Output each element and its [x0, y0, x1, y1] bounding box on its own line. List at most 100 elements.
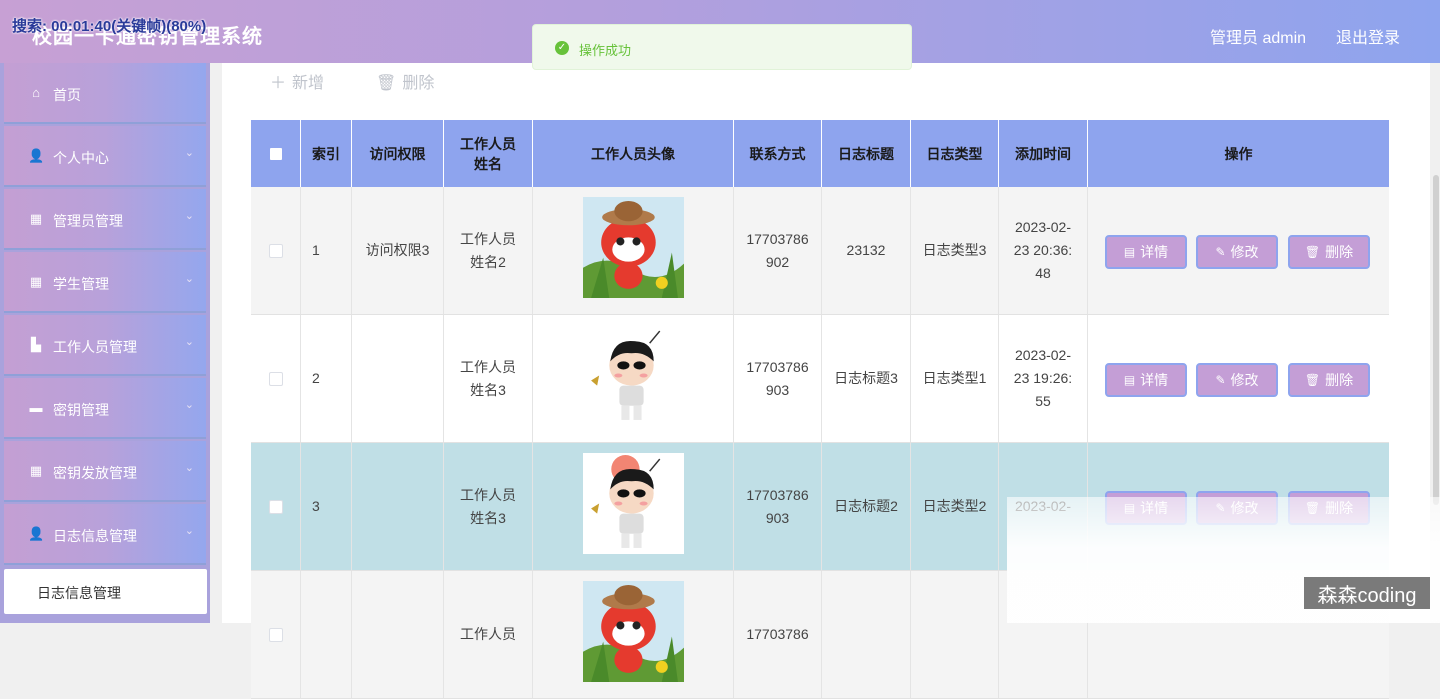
- cell-name: 工作人员: [444, 571, 533, 698]
- toast-text: 操作成功: [579, 43, 632, 58]
- delete-button-label: 删除: [402, 75, 435, 92]
- thumb-icon: ▙: [31, 337, 41, 352]
- row-checkbox[interactable]: [268, 499, 283, 514]
- cell-phone: 17703786 902: [734, 187, 822, 314]
- cell-cb: [251, 187, 301, 314]
- search-overlay-text: 搜索: 00:01:40(关键帧)(80%): [12, 18, 207, 35]
- detail-button[interactable]: ▤ 详情: [1105, 363, 1187, 397]
- document-icon: ▤: [1123, 244, 1136, 259]
- document-icon: ▤: [1123, 372, 1136, 387]
- phone-line: 17703786: [746, 626, 809, 642]
- check-circle-icon: ✓: [555, 41, 569, 55]
- phone-line: 902: [765, 253, 790, 270]
- time-line: 23 19:26:: [1013, 370, 1073, 386]
- cartoon-boy-avatar-image: [582, 453, 684, 554]
- submenu-item-label: 日志信息管理: [37, 585, 121, 601]
- trash-icon: 🗑: [1304, 372, 1321, 387]
- col-staff-name-line2: 姓名: [474, 155, 502, 172]
- sidebar-item-label: 工作人员管理: [53, 339, 137, 355]
- name-line: 姓名3: [470, 381, 506, 398]
- sidebar-item-label: 个人中心: [53, 150, 109, 166]
- detail-button[interactable]: ▤ 详情: [1105, 235, 1187, 269]
- table-row[interactable]: 2 工作人员 姓名3 17703786 903 日志标题3 日志类型1 2023-02- 23 …: [251, 315, 1389, 443]
- cell-permission: 访问权限3: [352, 187, 444, 314]
- cartoon-boy-avatar: [533, 315, 734, 442]
- camera-icon: ▬: [29, 400, 43, 415]
- table-row[interactable]: 1 访问权限3 工作人员 姓名2 17703786 902 23132 日志类型3 2023-0…: [251, 187, 1389, 315]
- cell-permission: [352, 443, 444, 570]
- sidebar-item-4[interactable]: ▙ 工作人员管理 ⌄: [4, 315, 206, 376]
- col-permission: 访问权限: [352, 120, 444, 187]
- delete-row-button[interactable]: 🗑 删除: [1288, 363, 1370, 397]
- chevron-down-icon: ⌄: [184, 525, 194, 537]
- cell-phone: 17703786 903: [734, 315, 822, 442]
- col-added-time: 添加时间: [999, 120, 1088, 187]
- sidebar-item-label: 密钥管理: [53, 402, 109, 418]
- cartoon-boy-avatar: [533, 443, 734, 570]
- sidebar-item-label: 首页: [53, 87, 81, 103]
- sidebar-item-label: 日志信息管理: [53, 528, 137, 544]
- delete-button[interactable]: 🗑 删除: [376, 69, 434, 93]
- cell-phone: 17703786: [734, 571, 822, 698]
- cell-index: 1: [301, 187, 352, 314]
- chevron-down-icon: ⌄: [184, 273, 194, 285]
- red-raccoon-avatar-image: [582, 197, 684, 298]
- time-line: 2023-02-: [1014, 347, 1072, 363]
- phone-line: 17703786: [746, 486, 809, 503]
- scrollbar-thumb[interactable]: [1433, 175, 1439, 505]
- chevron-down-icon: ⌄: [184, 210, 194, 222]
- sidebar-item-label: 管理员管理: [53, 213, 123, 229]
- pencil-icon: ✎: [1215, 244, 1226, 259]
- name-line: 姓名3: [470, 509, 506, 526]
- sidebar-item-6[interactable]: ▦ 密钥发放管理 ⌄: [4, 441, 206, 502]
- sidebar-item-2[interactable]: ▦ 管理员管理 ⌄: [4, 189, 206, 250]
- delete-row-button[interactable]: 🗑 删除: [1288, 235, 1370, 269]
- col-log-type: 日志类型: [911, 120, 999, 187]
- detail-button-label: 详情: [1140, 243, 1169, 260]
- name-line: 工作人员: [460, 626, 516, 642]
- user-icon: 👤: [28, 148, 45, 163]
- sidebar-item-3[interactable]: ▦ 学生管理 ⌄: [4, 252, 206, 313]
- row-checkbox[interactable]: [268, 371, 283, 386]
- add-button[interactable]: ＋ 新增: [270, 69, 324, 93]
- plus-icon: ＋: [270, 75, 287, 92]
- submenu-item-log-info[interactable]: 日志信息管理: [4, 569, 207, 614]
- edit-button[interactable]: ✎ 修改: [1196, 363, 1278, 397]
- col-avatar: 工作人员头像: [533, 120, 734, 187]
- edit-button-label: 修改: [1230, 243, 1259, 260]
- logout-link[interactable]: 退出登录: [1336, 24, 1400, 48]
- cell-actions: ▤ 详情 ✎ 修改 🗑 删除: [1088, 315, 1389, 442]
- chevron-down-icon: ⌄: [184, 147, 194, 159]
- select-all-checkbox[interactable]: [269, 147, 282, 160]
- cell-cb: [251, 315, 301, 442]
- name-line: 工作人员: [460, 358, 516, 375]
- time-line: 2023-02-: [1014, 219, 1072, 235]
- cell-index: 3: [301, 443, 352, 570]
- row-checkbox[interactable]: [268, 627, 283, 642]
- select-all-checkbox-cell[interactable]: [251, 120, 301, 187]
- sidebar-item-7[interactable]: 👤 日志信息管理 ⌄: [4, 504, 206, 565]
- cell-type: 日志类型3: [911, 187, 999, 314]
- chevron-down-icon: ⌄: [184, 462, 194, 474]
- cell-title: 日志标题2: [822, 443, 911, 570]
- sidebar-item-1[interactable]: 👤 个人中心 ⌄: [4, 126, 206, 187]
- success-toast: ✓ 操作成功: [532, 24, 912, 70]
- time-line: 55: [1035, 393, 1051, 409]
- table-header: 索引 访问权限 工作人员 姓名 工作人员头像 联系方式 日志标题 日志类型 添加…: [251, 120, 1389, 187]
- chevron-down-icon: ⌄: [184, 336, 194, 348]
- sidebar-item-0[interactable]: ⌂ 首页: [4, 63, 206, 124]
- cell-index: [301, 571, 352, 698]
- chevron-down-icon: ⌄: [184, 399, 194, 411]
- edit-button[interactable]: ✎ 修改: [1196, 235, 1278, 269]
- col-staff-name-line1: 工作人员: [460, 135, 516, 152]
- sidebar-item-5[interactable]: ▬ 密钥管理 ⌄: [4, 378, 206, 439]
- sidebar-item-label: 学生管理: [53, 276, 109, 292]
- cell-permission: [352, 571, 444, 698]
- cell-name: 工作人员姓名3: [444, 315, 533, 442]
- time-line: 48: [1035, 265, 1051, 281]
- cell-index: 2: [301, 315, 352, 442]
- row-checkbox[interactable]: [268, 243, 283, 258]
- cell-actions: ▤ 详情 ✎ 修改 🗑 删除: [1088, 187, 1389, 314]
- col-log-title: 日志标题: [822, 120, 911, 187]
- pencil-icon: ✎: [1215, 372, 1226, 387]
